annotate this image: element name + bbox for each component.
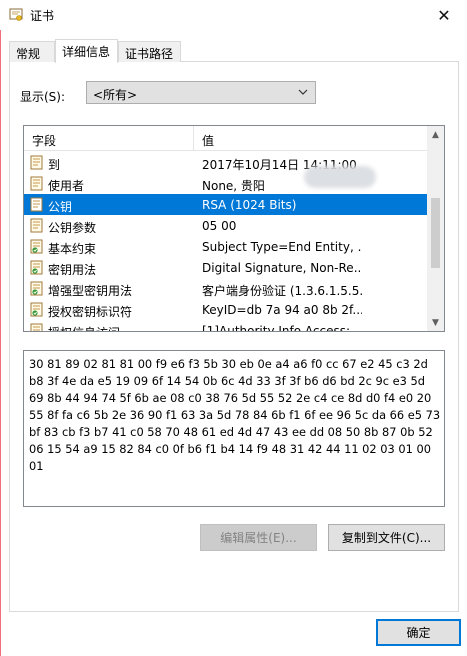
field-name: 基本约束: [48, 242, 97, 256]
list-row[interactable]: 增强型密钥用法 客户端身份验证 (1.3.6.1.5.5....: [24, 278, 428, 299]
field-name: 密钥用法: [48, 263, 97, 277]
certificate-icon: [9, 8, 23, 21]
hex-line: 30 81 89 02 81 81 00 f9 e6 f3 5b 30 eb 0…: [29, 357, 428, 371]
column-header-field[interactable]: 字段: [24, 126, 194, 150]
hex-line: bf 83 cb f3 b7 41 c0 58 70 48 61 ed 4d 4…: [29, 425, 433, 439]
list-row[interactable]: 授权信息访问 [1]Authority Info Access:...: [24, 320, 428, 332]
hex-line: 06 15 54 a9 15 82 84 c0 0f b6 f1 b4 14 f…: [29, 442, 432, 456]
title-bar: 证书 ✕: [0, 0, 467, 30]
field-value: 客户端身份验证 (1.3.6.1.5.5....: [202, 284, 362, 298]
list-row[interactable]: 基本约束 Subject Type=End Entity, ...: [24, 236, 428, 257]
field-value: Subject Type=End Entity, ...: [202, 240, 362, 254]
show-dropdown-value: <所有>: [93, 88, 138, 102]
list-row[interactable]: 公钥参数 05 00: [24, 215, 428, 236]
close-button[interactable]: ✕: [421, 0, 467, 30]
hex-line: 69 8b 44 94 74 5f 6b ae 08 c0 38 76 5d 5…: [29, 391, 432, 405]
field-value: Digital Signature, Non-Re...: [202, 261, 362, 275]
field-name: 增强型密钥用法: [48, 284, 133, 298]
field-name: 使用者: [48, 179, 85, 193]
show-label: 显示(S):: [20, 90, 66, 104]
fields-list[interactable]: 字段 值 到 2017年10月14日 14:11:00 使用者 None, 贵阳 公钥 R…: [23, 125, 445, 332]
tab-general-label: 常规: [16, 47, 41, 61]
copy-to-file-label: 复制到文件(C)...: [341, 531, 432, 545]
ok-button[interactable]: 确定: [376, 619, 461, 646]
cert-extension-icon: [30, 323, 43, 331]
scroll-thumb[interactable]: [431, 198, 440, 268]
list-header: 字段 值: [24, 126, 428, 151]
show-dropdown[interactable]: <所有>: [86, 81, 316, 104]
tab-details[interactable]: 详细信息: [55, 39, 118, 63]
cert-extension-icon: [30, 239, 43, 254]
list-scrollbar[interactable]: ▲ ▼: [427, 126, 444, 331]
window-title: 证书: [30, 9, 55, 23]
field-value: [1]Authority Info Access:...: [202, 324, 362, 332]
field-name: 到: [48, 158, 61, 172]
hex-line: 01: [29, 459, 44, 473]
field-value-text[interactable]: 30 81 89 02 81 81 00 f9 e6 f3 5b 30 eb 0…: [23, 350, 445, 507]
field-name: 授权密钥标识符: [48, 305, 133, 319]
redaction-blur: [304, 166, 376, 188]
cert-extension-icon: [30, 281, 43, 296]
list-row[interactable]: 公钥 RSA (1024 Bits): [24, 194, 428, 215]
list-row[interactable]: 密钥用法 Digital Signature, Non-Re...: [24, 257, 428, 278]
tab-details-label: 详细信息: [62, 45, 111, 59]
hex-line: 55 8f fa c6 5b 2e 36 90 f1 63 3a 5d 78 8…: [29, 408, 441, 422]
close-icon: ✕: [437, 5, 451, 25]
cert-extension-icon: [30, 260, 43, 275]
field-name: 公钥: [48, 200, 73, 214]
cert-field-icon: [30, 197, 43, 212]
scroll-down-icon[interactable]: ▼: [427, 314, 444, 331]
tab-general[interactable]: 常规: [9, 41, 55, 62]
copy-to-file-button[interactable]: 复制到文件(C)...: [328, 524, 445, 551]
field-name: 授权信息访问: [48, 324, 120, 331]
field-name: 公钥参数: [48, 221, 97, 235]
ok-label: 确定: [406, 626, 431, 640]
tab-certification-path[interactable]: 证书路径: [118, 41, 181, 62]
hex-line: b8 3f 4e da e5 19 09 6f 14 54 0b 6c 4d 3…: [29, 374, 425, 388]
cert-extension-icon: [30, 302, 43, 317]
field-value: RSA (1024 Bits): [202, 198, 297, 212]
field-value: KeyID=db 7a 94 a0 8b 2f...: [202, 303, 362, 317]
edit-properties-button[interactable]: 编辑属性(E)...: [200, 524, 317, 551]
tab-certification-path-label: 证书路径: [125, 47, 174, 61]
certificate-window: 证书 ✕ 常规 详细信息 证书路径 显示(S): <所有> 字段 值 到 2017…: [0, 0, 467, 656]
cert-field-icon: [30, 176, 43, 191]
scroll-up-icon[interactable]: ▲: [427, 126, 444, 143]
cert-field-icon: [30, 155, 43, 170]
cert-field-icon: [30, 218, 43, 233]
list-row[interactable]: 授权密钥标识符 KeyID=db 7a 94 a0 8b 2f...: [24, 299, 428, 320]
edit-properties-label: 编辑属性(E)...: [220, 531, 297, 545]
column-header-value[interactable]: 值: [194, 126, 428, 150]
chevron-down-icon: [297, 84, 309, 103]
field-value: 05 00: [202, 219, 237, 233]
